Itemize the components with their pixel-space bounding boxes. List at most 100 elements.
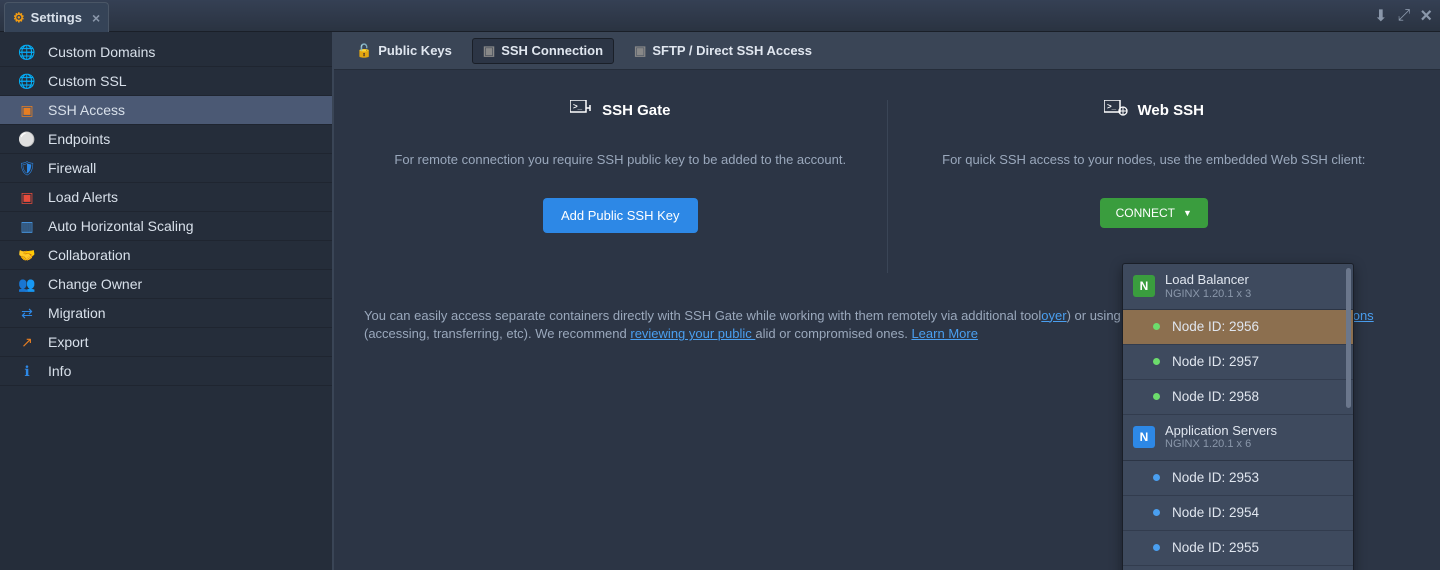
- footer-text-3: (accessing, transferring, etc). We recom…: [364, 326, 630, 341]
- svg-text:>_: >_: [573, 102, 583, 111]
- sidebar-item-ssh-access[interactable]: ▣ SSH Access: [0, 96, 332, 125]
- svg-text:>_: >_: [1107, 102, 1117, 111]
- sidebar-item-change-owner[interactable]: 👥 Change Owner: [0, 270, 332, 299]
- dropdown-item-node-2954[interactable]: Node ID: 2954: [1123, 496, 1353, 531]
- sidebar-item-endpoints[interactable]: ⚪ Endpoints: [0, 125, 332, 154]
- sidebar-item-custom-domains[interactable]: 🌐 Custom Domains: [0, 38, 332, 67]
- subtabs: 🔓 Public Keys ▣ SSH Connection ▣ SFTP / …: [334, 32, 1440, 70]
- dropdown-item-label: Node ID: 2953: [1172, 470, 1259, 485]
- settings-tab[interactable]: ⚙ Settings ×: [4, 2, 109, 32]
- terminal-icon: ▣: [18, 101, 36, 119]
- content: 🔓 Public Keys ▣ SSH Connection ▣ SFTP / …: [334, 32, 1440, 570]
- panel-title-text: Web SSH: [1138, 102, 1204, 119]
- migration-icon: ⇄: [18, 304, 36, 322]
- panel-title-text: SSH Gate: [602, 102, 670, 119]
- export-icon: ↗: [18, 333, 36, 351]
- footer-link-learn-more[interactable]: Learn More: [911, 326, 977, 341]
- globe-icon: 🌐: [18, 72, 36, 90]
- unlock-icon: 🔓: [356, 43, 372, 59]
- terminal-icon: >_: [570, 100, 592, 120]
- gear-icon: ⚙: [13, 10, 25, 26]
- sidebar-item-collaboration[interactable]: 🤝 Collaboration: [0, 241, 332, 270]
- dropdown-item-node-3108[interactable]: Node ID: 3108: [1123, 566, 1353, 570]
- terminal-icon: ▣: [483, 43, 495, 59]
- dropdown-group-sub: NGINX 1.20.1 x 3: [1165, 288, 1251, 301]
- subtab-sftp[interactable]: ▣ SFTP / Direct SSH Access: [624, 38, 822, 64]
- terminal-icon: ▣: [634, 43, 646, 59]
- sidebar: 🌐 Custom Domains 🌐 Custom SSL ▣ SSH Acce…: [0, 32, 334, 570]
- status-dot-icon: [1153, 323, 1160, 330]
- status-dot-icon: [1153, 393, 1160, 400]
- close-window-icon[interactable]: ×: [1420, 5, 1432, 28]
- sidebar-item-label: Auto Horizontal Scaling: [48, 218, 194, 234]
- sidebar-item-label: SSH Access: [48, 102, 125, 118]
- globe-icon: 🌐: [18, 43, 36, 61]
- sidebar-item-label: Endpoints: [48, 131, 110, 147]
- sidebar-item-label: Migration: [48, 305, 106, 321]
- dropdown-group-text: Load Balancer NGINX 1.20.1 x 3: [1165, 272, 1251, 301]
- dropdown-group-text: Application Servers NGINX 1.20.1 x 6: [1165, 423, 1277, 452]
- sidebar-item-label: Custom SSL: [48, 73, 127, 89]
- panel-desc: For quick SSH access to your nodes, use …: [908, 150, 1401, 170]
- dropdown-group-load-balancer[interactable]: N Load Balancer NGINX 1.20.1 x 3: [1123, 264, 1353, 310]
- footer-link-deployer[interactable]: oyer: [1041, 308, 1066, 323]
- subtab-public-keys[interactable]: 🔓 Public Keys: [346, 38, 462, 64]
- sidebar-item-migration[interactable]: ⇄ Migration: [0, 299, 332, 328]
- alert-icon: ▣: [18, 188, 36, 206]
- connect-button-label: CONNECT: [1116, 206, 1175, 220]
- sidebar-item-load-alerts[interactable]: ▣ Load Alerts: [0, 183, 332, 212]
- dropdown-item-node-2955[interactable]: Node ID: 2955: [1123, 531, 1353, 566]
- status-dot-icon: [1153, 358, 1160, 365]
- panels: >_ SSH Gate For remote connection you re…: [334, 70, 1440, 273]
- panel-title: >_ Web SSH: [908, 100, 1401, 120]
- dropdown-group-title: Application Servers: [1165, 423, 1277, 439]
- dropdown-item-label: Node ID: 2955: [1172, 540, 1259, 555]
- add-public-ssh-key-button[interactable]: Add Public SSH Key: [543, 198, 698, 233]
- footer-link-review[interactable]: reviewing your public: [630, 326, 755, 341]
- dropdown-item-node-2957[interactable]: Node ID: 2957: [1123, 345, 1353, 380]
- expand-icon[interactable]: ⤢: [1398, 7, 1411, 25]
- dropdown-group-app-servers[interactable]: N Application Servers NGINX 1.20.1 x 6: [1123, 415, 1353, 461]
- dropdown-item-label: Node ID: 2956: [1172, 319, 1259, 334]
- window-controls: ⬇ ⤢ ×: [1374, 0, 1432, 32]
- sidebar-item-label: Export: [48, 334, 88, 350]
- sidebar-item-label: Load Alerts: [48, 189, 118, 205]
- subtab-ssh-connection[interactable]: ▣ SSH Connection: [472, 38, 614, 64]
- titlebar: ⚙ Settings × ⬇ ⤢ ×: [0, 0, 1440, 32]
- panel-web-ssh: >_ Web SSH For quick SSH access to your …: [888, 100, 1421, 273]
- dropdown-item-node-2953[interactable]: Node ID: 2953: [1123, 461, 1353, 496]
- connect-button[interactable]: CONNECT ▼: [1100, 198, 1208, 228]
- users-icon: 👥: [18, 275, 36, 293]
- terminal-globe-icon: >_: [1104, 100, 1128, 120]
- dropdown-item-label: Node ID: 2958: [1172, 389, 1259, 404]
- dropdown-item-label: Node ID: 2954: [1172, 505, 1259, 520]
- handshake-icon: 🤝: [18, 246, 36, 264]
- status-dot-icon: [1153, 544, 1160, 551]
- sidebar-item-custom-ssl[interactable]: 🌐 Custom SSL: [0, 67, 332, 96]
- footer-text-4: alid or compromised ones.: [755, 326, 911, 341]
- dropdown-group-sub: NGINX 1.20.1 x 6: [1165, 438, 1277, 451]
- sidebar-item-auto-scaling[interactable]: ▥ Auto Horizontal Scaling: [0, 212, 332, 241]
- shield-icon: 🛡: [18, 159, 36, 177]
- info-icon: ℹ: [18, 362, 36, 380]
- panel-title: >_ SSH Gate: [374, 100, 867, 120]
- sidebar-item-label: Custom Domains: [48, 44, 155, 60]
- chevron-down-icon: ▼: [1183, 208, 1192, 218]
- dropdown-group-title: Load Balancer: [1165, 272, 1251, 288]
- subtab-label: Public Keys: [378, 43, 452, 58]
- sidebar-item-export[interactable]: ↗ Export: [0, 328, 332, 357]
- panel-desc: For remote connection you require SSH pu…: [374, 150, 867, 170]
- endpoints-icon: ⚪: [18, 130, 36, 148]
- scrollbar[interactable]: [1346, 268, 1351, 408]
- download-icon[interactable]: ⬇: [1374, 6, 1387, 26]
- status-dot-icon: [1153, 474, 1160, 481]
- close-icon[interactable]: ×: [92, 10, 100, 26]
- main-area: 🌐 Custom Domains 🌐 Custom SSL ▣ SSH Acce…: [0, 32, 1440, 570]
- connect-dropdown: N Load Balancer NGINX 1.20.1 x 3 Node ID…: [1122, 263, 1354, 570]
- dropdown-item-node-2956[interactable]: Node ID: 2956: [1123, 310, 1353, 345]
- sidebar-item-label: Change Owner: [48, 276, 142, 292]
- sidebar-item-label: Info: [48, 363, 71, 379]
- sidebar-item-firewall[interactable]: 🛡 Firewall: [0, 154, 332, 183]
- sidebar-item-info[interactable]: ℹ Info: [0, 357, 332, 386]
- dropdown-item-node-2958[interactable]: Node ID: 2958: [1123, 380, 1353, 415]
